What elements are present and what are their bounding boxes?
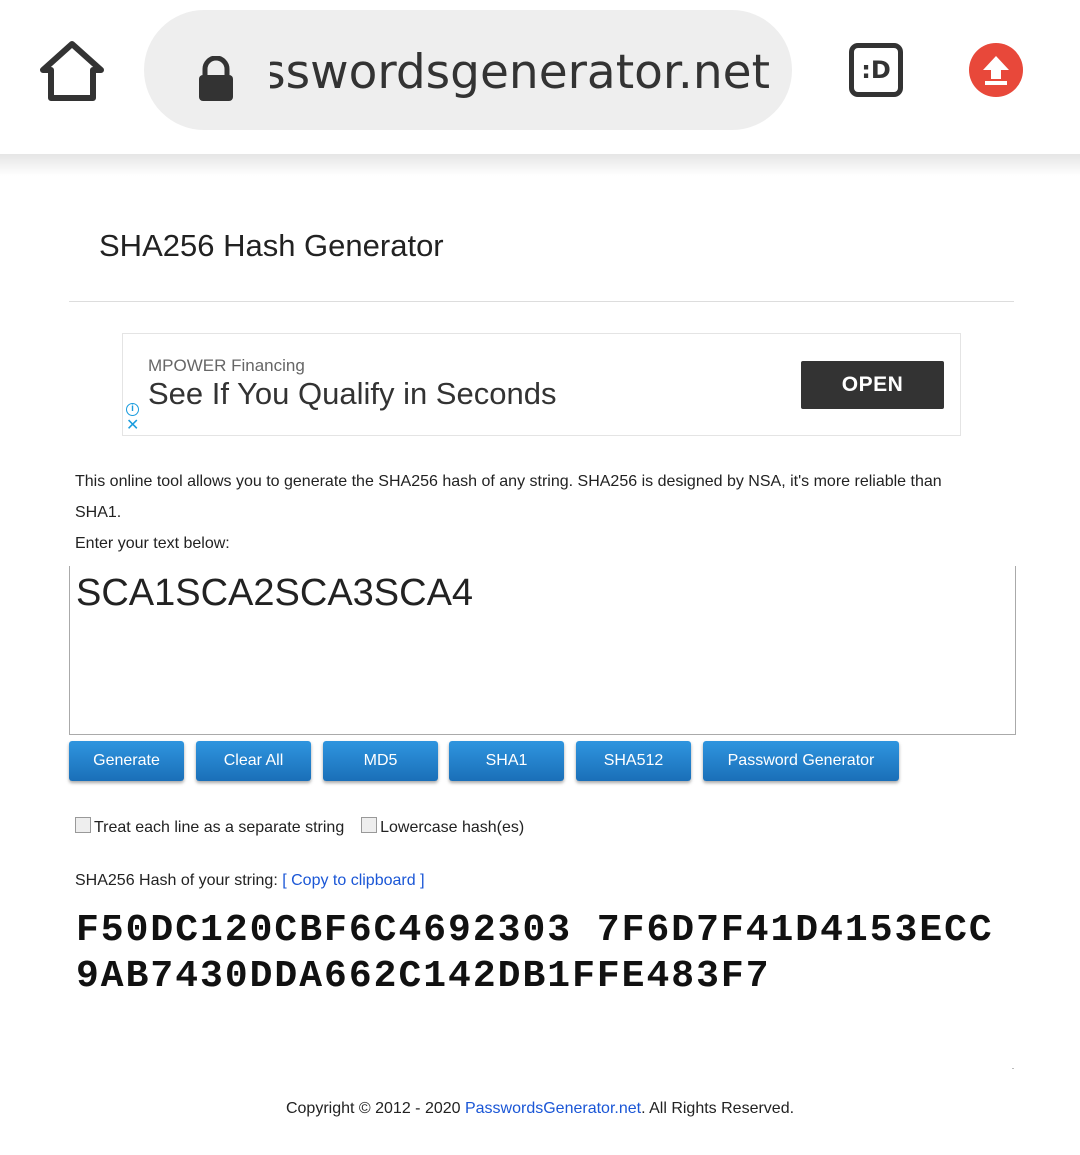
password-generator-button[interactable]: Password Generator	[703, 741, 899, 781]
close-icon[interactable]: ✕	[126, 418, 139, 434]
browser-toolbar: passwordsgenerator.net :D	[0, 0, 1080, 154]
lowercase-checkbox[interactable]	[361, 817, 378, 833]
footer-site-link[interactable]: PasswordsGenerator.net	[465, 1100, 641, 1117]
arrow-up-icon[interactable]	[969, 43, 1023, 97]
tabs-switcher-button[interactable]: :D	[849, 43, 903, 97]
ad-open-button[interactable]: OPEN	[801, 361, 944, 409]
lock-icon	[196, 55, 236, 102]
sha1-button[interactable]: SHA1	[449, 741, 564, 781]
hash-label-text: SHA256 Hash of your string:	[75, 872, 278, 889]
separate-lines-checkbox[interactable]	[75, 817, 91, 833]
options-row: Treat each line as a separate string Low…	[75, 815, 524, 837]
divider	[69, 301, 1014, 302]
address-bar[interactable]: passwordsgenerator.net	[144, 10, 792, 130]
divider-mark	[1012, 1068, 1014, 1069]
ad-sponsor: MPOWER Financing	[148, 356, 305, 375]
md5-button[interactable]: MD5	[323, 741, 438, 781]
copy-to-clipboard-link[interactable]: [ Copy to clipboard ]	[282, 872, 424, 889]
text-input[interactable]: SCA1SCA2SCA3SCA4	[69, 566, 1016, 735]
ad-banner[interactable]: MPOWER Financing See If You Qualify in S…	[122, 333, 961, 436]
footer: Copyright © 2012 - 2020 PasswordsGenerat…	[0, 1100, 1080, 1118]
url-text[interactable]: passwordsgenerator.net	[270, 43, 770, 103]
ad-headline[interactable]: See If You Qualify in Seconds	[148, 376, 556, 412]
lowercase-label[interactable]: Lowercase hash(es)	[380, 819, 524, 837]
toolbar-shadow	[0, 154, 1080, 176]
clear-all-button[interactable]: Clear All	[196, 741, 311, 781]
generate-button[interactable]: Generate	[69, 741, 184, 781]
page-title: SHA256 Hash Generator	[99, 228, 444, 263]
input-label: Enter your text below:	[75, 535, 230, 552]
separate-lines-label[interactable]: Treat each line as a separate string	[94, 819, 344, 837]
hash-output: F50DC120CBF6C4692303 7F6D7F41D4153ECC9AB…	[76, 909, 994, 998]
info-icon[interactable]: i	[126, 403, 139, 416]
hash-result-label: SHA256 Hash of your string: [ Copy to cl…	[75, 872, 425, 890]
home-icon[interactable]	[38, 38, 106, 104]
sha512-button[interactable]: SHA512	[576, 741, 691, 781]
footer-rights: . All Rights Reserved.	[641, 1100, 795, 1117]
tool-description: This online tool allows you to generate …	[75, 473, 942, 521]
footer-copyright: Copyright © 2012 - 2020	[285, 1100, 465, 1117]
